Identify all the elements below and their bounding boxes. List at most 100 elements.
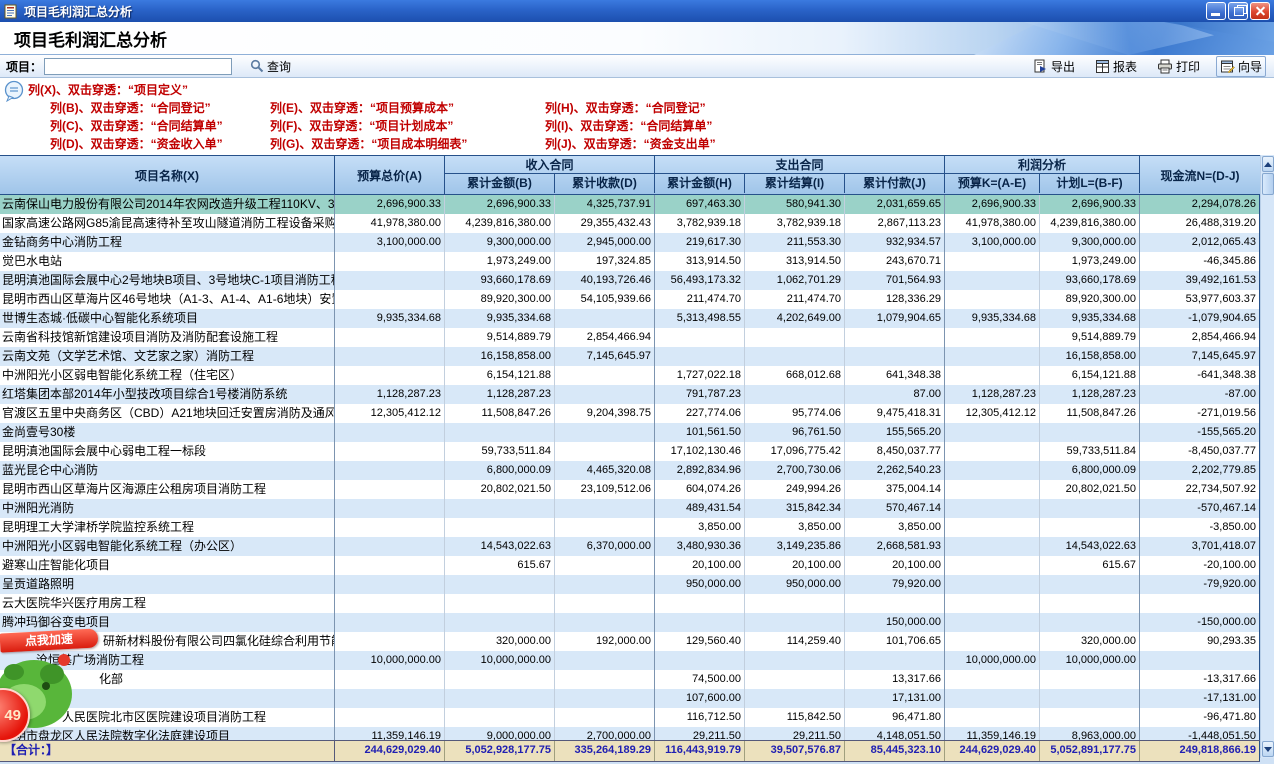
table-row[interactable]: 云南文苑（文学艺术馆、文艺家之家）消防工程16,158,858.007,145,… bbox=[0, 347, 1260, 366]
cell-a[interactable] bbox=[335, 499, 445, 518]
table-row[interactable]: 金尚壹号30楼101,561.5096,761.50155,565.20-155… bbox=[0, 423, 1260, 442]
cell-l[interactable]: 10,000,000.00 bbox=[1040, 651, 1140, 670]
cell-a[interactable] bbox=[335, 480, 445, 499]
cell-a[interactable] bbox=[335, 556, 445, 575]
project-name-cell[interactable]: 避寒山庄智能化项目 bbox=[0, 556, 335, 575]
cell-h[interactable]: 107,600.00 bbox=[655, 689, 745, 708]
cell-d[interactable]: 2,854,466.94 bbox=[555, 328, 655, 347]
cell-h[interactable]: 211,474.70 bbox=[655, 290, 745, 309]
col-header-project-name[interactable]: 项目名称(X) bbox=[0, 156, 335, 194]
scroll-up-button[interactable] bbox=[1262, 156, 1274, 172]
cell-j[interactable] bbox=[845, 651, 945, 670]
cell-j[interactable] bbox=[845, 328, 945, 347]
cell-n[interactable]: -79,920.00 bbox=[1140, 575, 1260, 594]
cell-l[interactable]: 1,973,249.00 bbox=[1040, 252, 1140, 271]
cell-j[interactable]: 155,565.20 bbox=[845, 423, 945, 442]
cell-d[interactable] bbox=[555, 670, 655, 689]
cell-k[interactable] bbox=[945, 632, 1040, 651]
cell-k[interactable] bbox=[945, 480, 1040, 499]
cell-d[interactable] bbox=[555, 366, 655, 385]
cell-a[interactable] bbox=[335, 575, 445, 594]
cell-d[interactable]: 29,355,432.43 bbox=[555, 214, 655, 233]
table-row[interactable]: 红塔集团本部2014年小型技改项目综合1号楼消防系统1,128,287.231,… bbox=[0, 385, 1260, 404]
vertical-scrollbar[interactable] bbox=[1260, 155, 1274, 758]
cell-h[interactable]: 5,313,498.55 bbox=[655, 309, 745, 328]
cell-b[interactable]: 93,660,178.69 bbox=[445, 271, 555, 290]
cell-j[interactable]: 20,100.00 bbox=[845, 556, 945, 575]
cell-n[interactable]: -271,019.56 bbox=[1140, 404, 1260, 423]
cell-d[interactable] bbox=[555, 594, 655, 613]
table-row[interactable]: 云大医院华兴医疗用房工程 bbox=[0, 594, 1260, 613]
scroll-thumb[interactable] bbox=[1262, 173, 1274, 195]
cell-d[interactable] bbox=[555, 423, 655, 442]
project-name-cell[interactable]: 昆明市西山区草海片区海源庄公租房项目消防工程 bbox=[0, 480, 335, 499]
cell-n[interactable]: 2,854,466.94 bbox=[1140, 328, 1260, 347]
cell-j[interactable] bbox=[845, 347, 945, 366]
cell-k[interactable] bbox=[945, 290, 1040, 309]
cell-i[interactable]: 95,774.06 bbox=[745, 404, 845, 423]
cell-l[interactable]: 16,158,858.00 bbox=[1040, 347, 1140, 366]
query-button[interactable]: 查询 bbox=[250, 58, 291, 75]
cell-l[interactable]: 20,802,021.50 bbox=[1040, 480, 1140, 499]
cell-n[interactable] bbox=[1140, 651, 1260, 670]
cell-i[interactable] bbox=[745, 613, 845, 632]
cell-b[interactable] bbox=[445, 499, 555, 518]
minimize-button[interactable] bbox=[1206, 2, 1226, 20]
cell-b[interactable] bbox=[445, 613, 555, 632]
cell-l[interactable]: 9,935,334.68 bbox=[1040, 309, 1140, 328]
project-name-cell[interactable]: 昆明市盘龙区人民法院数字化法庭建设项目 bbox=[0, 727, 335, 740]
cell-b[interactable]: 16,158,858.00 bbox=[445, 347, 555, 366]
table-row[interactable]: 昆明理工大学津桥学院监控系统工程3,850.003,850.003,850.00… bbox=[0, 518, 1260, 537]
cell-l[interactable] bbox=[1040, 518, 1140, 537]
cell-h[interactable]: 17,102,130.46 bbox=[655, 442, 745, 461]
cell-a[interactable] bbox=[335, 328, 445, 347]
cell-j[interactable]: 243,670.71 bbox=[845, 252, 945, 271]
cell-a[interactable] bbox=[335, 670, 445, 689]
cell-d[interactable] bbox=[555, 651, 655, 670]
cell-k[interactable] bbox=[945, 594, 1040, 613]
cell-b[interactable] bbox=[445, 518, 555, 537]
close-button[interactable] bbox=[1250, 2, 1270, 20]
project-name-cell[interactable]: 中洲阳光小区弱电智能化系统工程（办公区） bbox=[0, 537, 335, 556]
cell-d[interactable] bbox=[555, 613, 655, 632]
cell-j[interactable]: 1,079,904.65 bbox=[845, 309, 945, 328]
cell-n[interactable]: -155,565.20 bbox=[1140, 423, 1260, 442]
cell-b[interactable]: 20,802,021.50 bbox=[445, 480, 555, 499]
cell-k[interactable]: 3,100,000.00 bbox=[945, 233, 1040, 252]
cell-n[interactable]: -96,471.80 bbox=[1140, 708, 1260, 727]
cell-j[interactable]: 4,148,051.50 bbox=[845, 727, 945, 740]
cell-k[interactable] bbox=[945, 461, 1040, 480]
project-name-cell[interactable]: 云南保山电力股份有限公司2014年农网改造升级工程110KV、35K bbox=[0, 195, 335, 214]
col-header-expense-paid[interactable]: 累计付款(J) bbox=[845, 174, 945, 193]
cell-d[interactable] bbox=[555, 499, 655, 518]
cell-b[interactable] bbox=[445, 423, 555, 442]
cell-a[interactable] bbox=[335, 442, 445, 461]
cell-i[interactable] bbox=[745, 347, 845, 366]
cell-n[interactable]: 22,734,507.92 bbox=[1140, 480, 1260, 499]
cell-n[interactable]: 3,701,418.07 bbox=[1140, 537, 1260, 556]
cell-j[interactable]: 96,471.80 bbox=[845, 708, 945, 727]
cell-j[interactable]: 2,031,659.65 bbox=[845, 195, 945, 214]
cell-l[interactable] bbox=[1040, 670, 1140, 689]
col-group-profit-analysis[interactable]: 利润分析 bbox=[945, 156, 1140, 174]
scroll-down-button[interactable] bbox=[1262, 741, 1274, 757]
cell-h[interactable]: 101,561.50 bbox=[655, 423, 745, 442]
print-button[interactable]: 打印 bbox=[1153, 56, 1204, 77]
cell-l[interactable] bbox=[1040, 708, 1140, 727]
col-header-budget-total[interactable]: 预算总价(A) bbox=[335, 156, 445, 194]
cell-a[interactable] bbox=[335, 537, 445, 556]
cell-b[interactable]: 9,300,000.00 bbox=[445, 233, 555, 252]
project-name-cell[interactable]: 昆明市第一人民医院北市区医院建设项目消防工程 bbox=[0, 708, 335, 727]
cell-n[interactable]: 26,488,319.20 bbox=[1140, 214, 1260, 233]
table-row[interactable]: 官渡区五里中央商务区（CBD）A21地块回迁安置房消防及通风工12,305,41… bbox=[0, 404, 1260, 423]
cell-d[interactable] bbox=[555, 442, 655, 461]
project-name-cell[interactable]: 昆明滇池国际会展中心2号地块B项目、3号地块C-1项目消防工程 bbox=[0, 271, 335, 290]
cell-h[interactable]: 227,774.06 bbox=[655, 404, 745, 423]
cell-n[interactable]: 53,977,603.37 bbox=[1140, 290, 1260, 309]
cell-n[interactable]: -1,079,904.65 bbox=[1140, 309, 1260, 328]
cell-h[interactable] bbox=[655, 651, 745, 670]
cell-k[interactable]: 12,305,412.12 bbox=[945, 404, 1040, 423]
project-name-cell[interactable]: 研新材料股份有限公司四氯化硅综合利用节能降耗技改项 bbox=[0, 632, 335, 651]
project-name-cell[interactable]: 中洲阳光消防 bbox=[0, 499, 335, 518]
cell-h[interactable] bbox=[655, 347, 745, 366]
